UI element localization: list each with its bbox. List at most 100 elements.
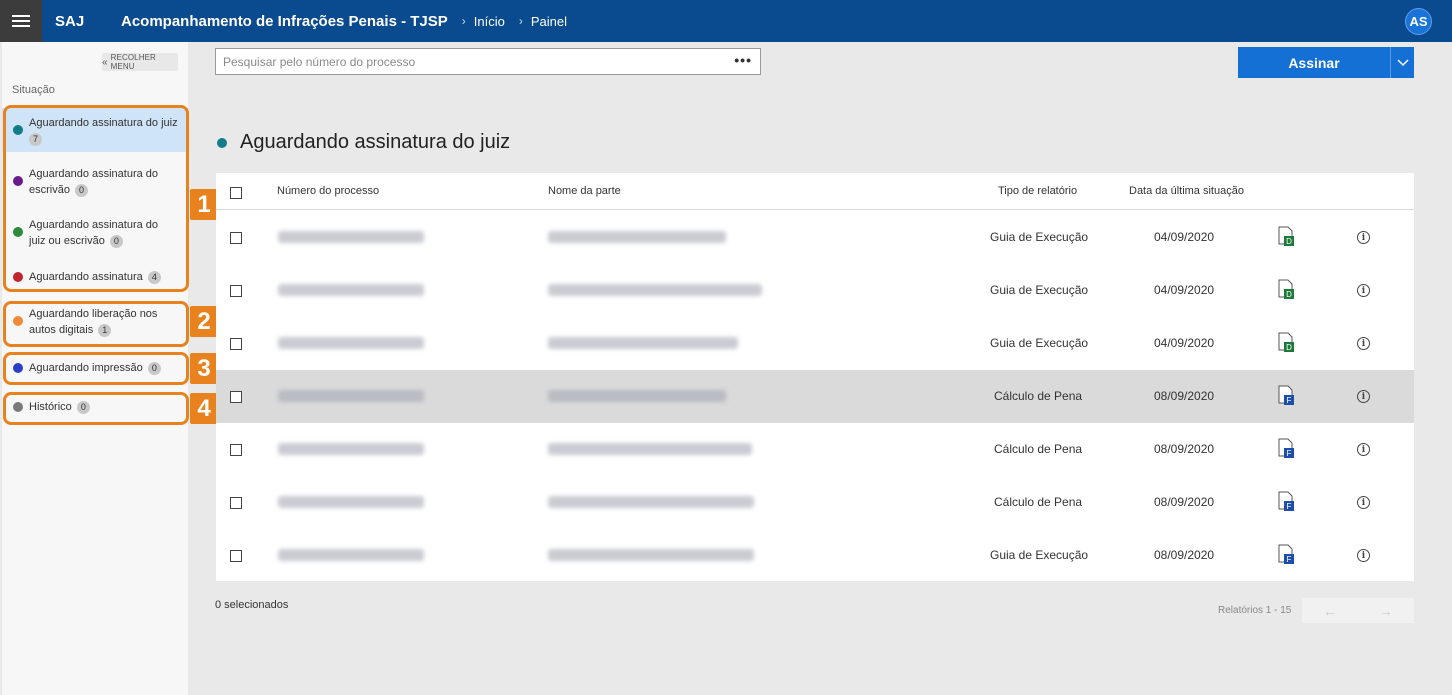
table-row[interactable]: Guia de Execução 04/09/2020 D i	[216, 211, 1414, 264]
info-icon[interactable]: i	[1357, 390, 1370, 403]
party-name-redacted	[548, 284, 762, 296]
column-header-nome[interactable]: Nome da parte	[548, 185, 621, 197]
row-checkbox[interactable]	[230, 391, 242, 403]
document-f-icon[interactable]: F	[1277, 437, 1295, 459]
svg-text:F: F	[1287, 449, 1292, 458]
document-d-icon[interactable]: D	[1277, 278, 1295, 300]
more-options-icon[interactable]: •••	[734, 52, 752, 68]
annotation-marker-3: 3	[190, 353, 218, 384]
last-status-date: 08/09/2020	[1154, 495, 1215, 509]
info-icon[interactable]: i	[1357, 549, 1370, 562]
svg-text:D: D	[1286, 343, 1292, 352]
annotation-marker-2: 2	[190, 306, 218, 337]
info-icon[interactable]: i	[1357, 496, 1370, 509]
document-f-icon[interactable]: F	[1277, 490, 1295, 512]
row-checkbox[interactable]	[230, 497, 242, 509]
section-header: Aguardando assinatura do juiz	[217, 131, 510, 154]
sign-dropdown-button[interactable]	[1390, 47, 1414, 78]
arrow-left-icon: ←	[1323, 602, 1337, 619]
document-f-icon[interactable]: F	[1277, 384, 1295, 406]
info-icon[interactable]: i	[1357, 231, 1370, 244]
last-status-date: 04/09/2020	[1154, 283, 1215, 297]
last-status-date: 04/09/2020	[1154, 336, 1215, 350]
annotation-outline-1	[3, 105, 189, 292]
sidebar-section-label: Situação	[12, 84, 55, 96]
annotation-outline-3	[3, 352, 189, 385]
process-number-redacted	[278, 443, 424, 455]
annotation-outline-4	[3, 392, 189, 425]
column-header-numero[interactable]: Número do processo	[277, 185, 379, 197]
search-field-container: •••	[215, 48, 761, 75]
table-row[interactable]: Cálculo de Pena 08/09/2020 F i	[216, 476, 1414, 529]
hamburger-icon	[12, 15, 30, 27]
row-checkbox[interactable]	[230, 550, 242, 562]
previous-page-button[interactable]: ←	[1302, 598, 1358, 623]
table-row[interactable]: Guia de Execução 08/09/2020 F i	[216, 529, 1414, 582]
info-icon[interactable]: i	[1357, 337, 1370, 350]
svg-text:F: F	[1287, 555, 1292, 564]
row-checkbox[interactable]	[230, 338, 242, 350]
breadcrumb-painel[interactable]: Painel	[531, 14, 567, 29]
party-name-redacted	[548, 231, 726, 243]
row-checkbox[interactable]	[230, 232, 242, 244]
report-type: Cálculo de Pena	[994, 495, 1083, 509]
svg-text:D: D	[1286, 237, 1292, 246]
table-row[interactable]: Cálculo de Pena 08/09/2020 F i	[216, 423, 1414, 476]
last-status-date: 04/09/2020	[1154, 230, 1215, 244]
breadcrumb-inicio[interactable]: Início	[474, 14, 505, 29]
double-chevron-left-icon: «	[102, 56, 108, 68]
collapse-menu-button[interactable]: « RECOLHER MENU	[102, 53, 178, 71]
last-status-date: 08/09/2020	[1154, 389, 1215, 403]
process-number-redacted	[278, 549, 424, 561]
document-d-icon[interactable]: D	[1277, 225, 1295, 247]
annotation-marker-1: 1	[190, 189, 218, 220]
sign-button[interactable]: Assinar	[1238, 47, 1390, 78]
process-number-redacted	[278, 231, 424, 243]
breadcrumb-chevron-icon: ›	[518, 14, 523, 28]
select-all-checkbox[interactable]	[230, 187, 242, 199]
pagination-label: Relatórios 1 - 15	[1218, 605, 1292, 616]
table-row[interactable]: Guia de Execução 04/09/2020 D i	[216, 317, 1414, 370]
document-f-icon[interactable]: F	[1277, 543, 1295, 565]
party-name-redacted	[548, 443, 752, 455]
top-bar: SAJ Acompanhamento de Infrações Penais -…	[0, 0, 1452, 42]
party-name-redacted	[548, 390, 726, 402]
column-header-data[interactable]: Data da última situação	[1129, 185, 1244, 197]
report-type: Guia de Execução	[990, 230, 1089, 244]
next-page-button[interactable]: →	[1358, 598, 1414, 623]
breadcrumb-chevron-icon: ›	[461, 14, 466, 28]
column-header-tipo[interactable]: Tipo de relatório	[998, 185, 1077, 197]
reports-table: Número do processo Nome da parte Tipo de…	[216, 173, 1414, 581]
report-type: Guia de Execução	[990, 548, 1089, 562]
process-number-redacted	[278, 390, 424, 402]
table-row-hovered[interactable]: Cálculo de Pena 08/09/2020 F i	[216, 370, 1414, 423]
hamburger-menu-button[interactable]	[0, 0, 42, 42]
process-number-redacted	[278, 496, 424, 508]
collapse-menu-label: RECOLHER MENU	[110, 53, 156, 71]
brand-logo[interactable]: SAJ	[55, 13, 105, 30]
app-title: Acompanhamento de Infrações Penais - TJS…	[121, 12, 448, 30]
report-type: Guia de Execução	[990, 283, 1089, 297]
svg-text:F: F	[1287, 396, 1292, 405]
document-d-icon[interactable]: D	[1277, 331, 1295, 353]
user-avatar[interactable]: AS	[1405, 8, 1432, 35]
search-input[interactable]	[223, 54, 723, 69]
process-number-redacted	[278, 284, 424, 296]
chevron-down-icon	[1396, 58, 1409, 66]
last-status-date: 08/09/2020	[1154, 548, 1215, 562]
report-type: Guia de Execução	[990, 336, 1089, 350]
row-checkbox[interactable]	[230, 285, 242, 297]
row-checkbox[interactable]	[230, 444, 242, 456]
table-row[interactable]: Guia de Execução 04/09/2020 D i	[216, 264, 1414, 317]
info-icon[interactable]: i	[1357, 443, 1370, 456]
selected-count: 0 selecionados	[215, 599, 289, 611]
report-type: Cálculo de Pena	[994, 389, 1083, 403]
info-icon[interactable]: i	[1357, 284, 1370, 297]
arrow-right-icon: →	[1379, 602, 1393, 619]
table-header: Número do processo Nome da parte Tipo de…	[216, 173, 1414, 210]
party-name-redacted	[548, 496, 754, 508]
annotation-outline-2	[3, 301, 189, 347]
last-status-date: 08/09/2020	[1154, 442, 1215, 456]
report-type: Cálculo de Pena	[994, 442, 1083, 456]
process-number-redacted	[278, 337, 424, 349]
